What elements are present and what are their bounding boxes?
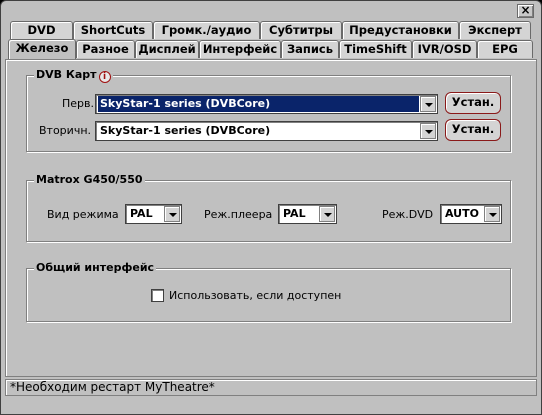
tab-label: Интерфейс bbox=[202, 42, 278, 56]
secondary-card-value: SkyStar-1 series (DVBCore) bbox=[100, 124, 271, 137]
tab-label: IVR/OSD bbox=[417, 42, 472, 56]
dvb-card-group: DVB Карт i Перв. SkyStar-1 series (DVBCor… bbox=[26, 68, 511, 152]
tab-label: Громк./аудио bbox=[161, 23, 252, 37]
hardware-pane: DVB Карт i Перв. SkyStar-1 series (DVBCor… bbox=[5, 59, 537, 377]
settings-window: × DVD ShortCuts Громк./аудио Субтитры Пр… bbox=[0, 0, 542, 415]
primary-install-button[interactable]: Устан. bbox=[445, 92, 501, 114]
tab-presets[interactable]: Предустановки bbox=[342, 21, 459, 39]
close-button[interactable]: × bbox=[517, 4, 534, 18]
player-mode-select[interactable]: PAL bbox=[278, 204, 337, 224]
tab-label: ShortCuts bbox=[80, 23, 146, 37]
tab-label: Разное bbox=[82, 42, 129, 56]
primary-card-select[interactable]: SkyStar-1 series (DVBCore) bbox=[95, 94, 438, 114]
tab-subtitles[interactable]: Субтитры bbox=[260, 21, 342, 39]
tab-expert[interactable]: Эксперт bbox=[459, 21, 531, 39]
close-icon: × bbox=[520, 3, 531, 17]
player-mode-value: PAL bbox=[283, 207, 306, 220]
dvb-title-text: DVB Карт bbox=[36, 68, 97, 81]
use-if-available-label[interactable]: Использовать, если доступен bbox=[169, 289, 341, 302]
tab-ivr-osd[interactable]: IVR/OSD bbox=[412, 40, 477, 58]
mode-value: PAL bbox=[130, 207, 153, 220]
tab-label: TimeShift bbox=[344, 42, 407, 56]
tab-volume-audio[interactable]: Громк./аудио bbox=[153, 21, 260, 39]
dvd-mode-select[interactable]: AUTO bbox=[440, 204, 502, 224]
tab-misc[interactable]: Разное bbox=[76, 40, 135, 58]
dvb-group-title: DVB Карт i bbox=[34, 68, 113, 83]
mode-label: Вид режима bbox=[47, 208, 119, 221]
tab-label: Эксперт bbox=[468, 23, 522, 37]
status-bar: *Необходим рестарт MyTheatre* bbox=[5, 379, 537, 396]
tab-label: Субтитры bbox=[269, 23, 333, 37]
tab-epg[interactable]: EPG bbox=[477, 40, 533, 58]
common-group-title: Общий интерфейс bbox=[34, 261, 157, 274]
secondary-card-select[interactable]: SkyStar-1 series (DVBCore) bbox=[95, 121, 438, 141]
mode-select[interactable]: PAL bbox=[125, 204, 182, 224]
tab-recording[interactable]: Запись bbox=[281, 40, 339, 58]
secondary-label: Вторичн. bbox=[39, 124, 92, 137]
dvd-mode-value: AUTO bbox=[445, 207, 479, 220]
primary-card-value: SkyStar-1 series (DVBCore) bbox=[98, 96, 419, 112]
player-mode-label: Реж.плеера bbox=[204, 208, 273, 221]
secondary-install-button[interactable]: Устан. bbox=[445, 119, 501, 141]
dvd-mode-label: Реж.DVD bbox=[382, 208, 434, 221]
chevron-down-icon[interactable] bbox=[420, 123, 436, 139]
primary-label: Перв. bbox=[62, 97, 95, 110]
chevron-down-icon[interactable] bbox=[420, 96, 436, 112]
chevron-down-icon[interactable] bbox=[484, 206, 500, 222]
tab-label: DVD bbox=[27, 23, 56, 37]
tab-display[interactable]: Дисплей bbox=[135, 40, 199, 58]
info-icon[interactable]: i bbox=[98, 71, 111, 83]
tab-hardware[interactable]: Железо bbox=[8, 39, 76, 59]
chevron-down-icon[interactable] bbox=[164, 206, 180, 222]
tab-dvd[interactable]: DVD bbox=[10, 21, 73, 39]
tab-label: Предустановки bbox=[349, 23, 452, 37]
tab-interface[interactable]: Интерфейс bbox=[199, 40, 281, 58]
tab-timeshift[interactable]: TimeShift bbox=[339, 40, 412, 58]
tab-label: Дисплей bbox=[138, 42, 196, 56]
tab-label: EPG bbox=[492, 42, 518, 56]
matrox-group-title: Matrox G450/550 bbox=[34, 173, 145, 186]
use-if-available-checkbox[interactable] bbox=[151, 289, 164, 302]
common-interface-group: Общий интерфейс Использовать, если досту… bbox=[26, 261, 511, 322]
tab-label: Железо bbox=[15, 41, 69, 55]
chevron-down-icon[interactable] bbox=[319, 206, 335, 222]
tab-label: Запись bbox=[286, 42, 334, 56]
matrox-group: Matrox G450/550 Вид режима PAL Реж.плеер… bbox=[26, 173, 511, 242]
tab-shortcuts[interactable]: ShortCuts bbox=[73, 21, 153, 39]
